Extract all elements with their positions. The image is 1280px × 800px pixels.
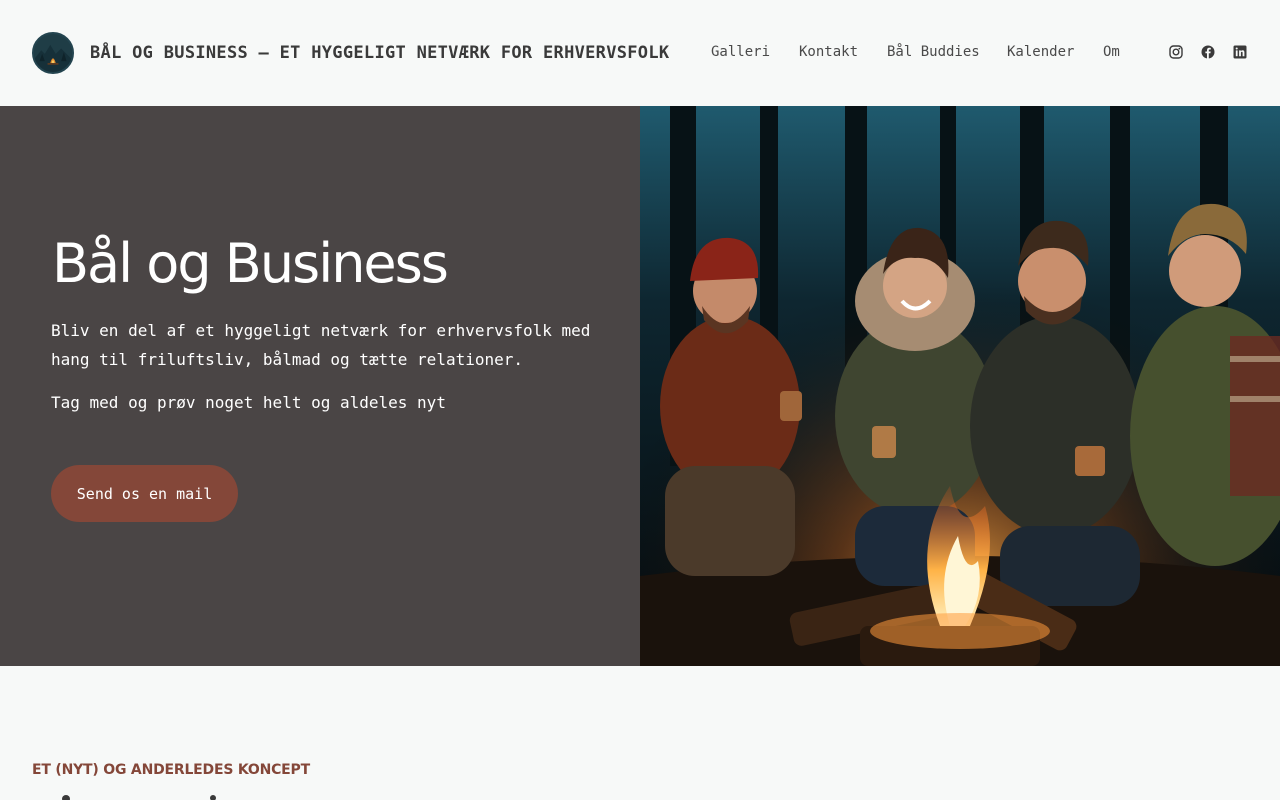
site-logo[interactable] xyxy=(32,32,74,74)
hero-title: Bål og Business xyxy=(52,232,449,295)
facebook-icon[interactable] xyxy=(1201,45,1215,59)
nav-link-galleri[interactable]: Galleri xyxy=(711,44,770,60)
nav-link-kontakt[interactable]: Kontakt xyxy=(799,44,858,60)
nav-link-kalender[interactable]: Kalender xyxy=(1007,44,1074,60)
nav-link-om[interactable]: Om xyxy=(1103,44,1120,60)
hero-panel xyxy=(0,106,640,666)
content-peek xyxy=(210,795,216,800)
campfire-logo-icon xyxy=(34,34,72,72)
campfire-people-illustration xyxy=(640,106,1280,666)
site-header: BÅL OG BUSINESS – ET HYGGELIGT NETVÆRK F… xyxy=(0,0,1280,106)
nav-link-bal-buddies[interactable]: Bål Buddies xyxy=(887,44,980,60)
hero-image xyxy=(640,106,1280,666)
linkedin-icon[interactable] xyxy=(1233,45,1247,59)
content-peek xyxy=(62,795,70,800)
hero-tagline: Tag med og prøv noget helt og aldeles ny… xyxy=(51,393,446,412)
send-mail-button[interactable]: Send os en mail xyxy=(51,465,238,522)
section-kicker: ET (NYT) OG ANDERLEDES KONCEPT xyxy=(32,762,310,778)
hero-paragraph: Bliv en del af et hyggeligt netværk for … xyxy=(51,321,591,369)
instagram-icon[interactable] xyxy=(1169,45,1183,59)
site-title[interactable]: BÅL OG BUSINESS – ET HYGGELIGT NETVÆRK F… xyxy=(90,43,669,63)
